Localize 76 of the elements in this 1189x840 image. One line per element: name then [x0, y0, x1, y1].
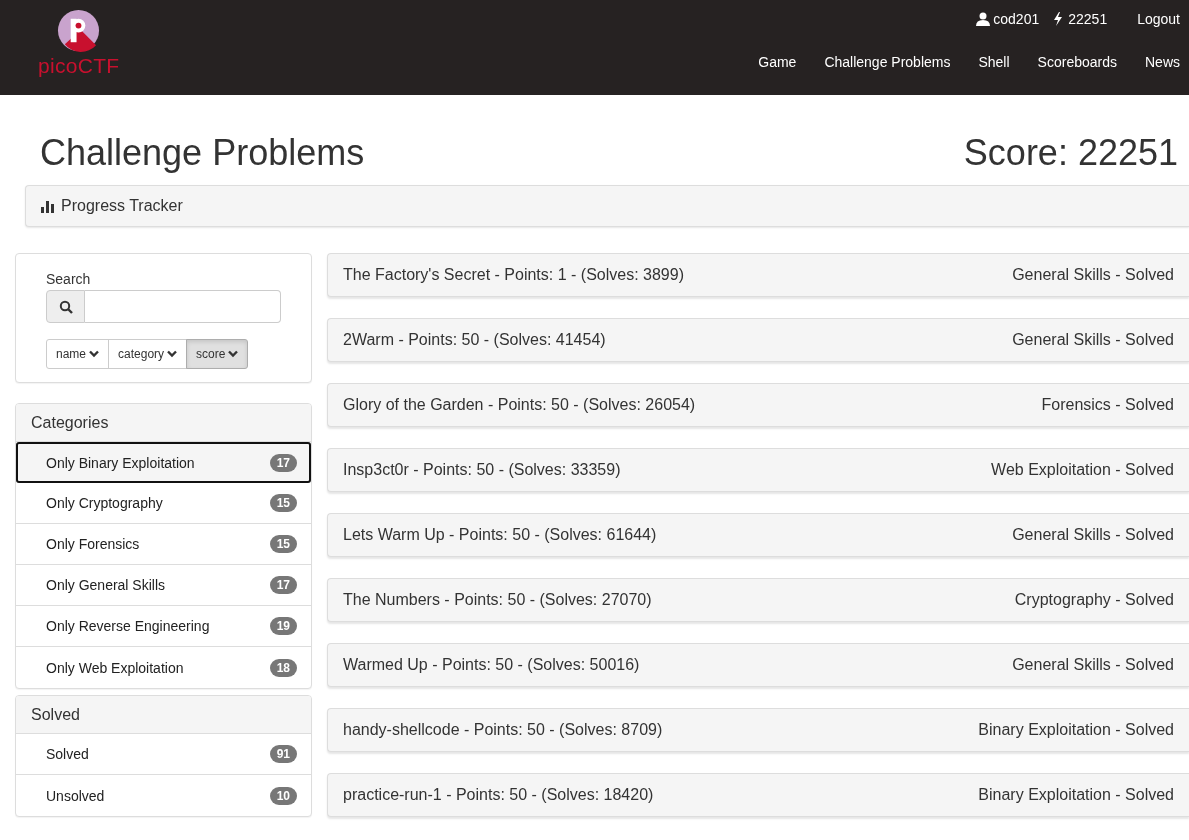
problem-title: Glory of the Garden - Points: 50 - (Solves: 26054): [343, 396, 696, 414]
search-field[interactable]: [85, 290, 281, 323]
nav-link[interactable]: Scoreboards: [1022, 54, 1130, 70]
filter-item[interactable]: Solved 91: [16, 734, 311, 775]
filter-label: Only Forensics: [46, 536, 140, 552]
progress-tracker-button[interactable]: Progress Tracker: [25, 185, 1189, 227]
search-label: Search: [46, 271, 92, 287]
nav-link[interactable]: Game: [743, 54, 810, 70]
count-badge: 17: [269, 576, 297, 594]
count-badge: 17: [269, 453, 297, 472]
problem-row[interactable]: Insp3ct0r - Points: 50 - (Solves: 33359) Web Exploitation - Solved: [327, 448, 1189, 492]
problem-title: Lets Warm Up - Points: 50 - (Solves: 61644): [343, 526, 657, 544]
user-score: 22251: [1068, 11, 1108, 27]
problem-title: Insp3ct0r - Points: 50 - (Solves: 33359): [343, 461, 621, 479]
filter-label: Only Cryptography: [46, 495, 163, 511]
problem-row[interactable]: handy-shellcode - Points: 50 - (Solves: 8709) Binary Exploitation - Solved: [327, 708, 1189, 752]
filter-item[interactable]: Only Reverse Engineering 19: [16, 606, 311, 647]
problem-status: Cryptography - Solved: [1014, 591, 1174, 609]
problem-status: Web Exploitation - Solved: [991, 461, 1174, 479]
bar-chart-icon: [41, 199, 55, 213]
problem-status: Forensics - Solved: [1041, 396, 1174, 414]
filter-item[interactable]: Only General Skills 17: [16, 565, 311, 606]
problem-row[interactable]: Lets Warm Up - Points: 50 - (Solves: 61644) General Skills - Solved: [327, 513, 1189, 557]
count-badge: 15: [269, 535, 297, 553]
nav-link[interactable]: Challenge Problems: [809, 54, 964, 70]
count-badge: 91: [269, 745, 297, 763]
chevron-down-icon: [167, 350, 178, 358]
problem-row[interactable]: practice-run-1 - Points: 50 - (Solves: 18420) Binary Exploitation - Solved: [327, 773, 1189, 817]
nav-link[interactable]: Shell: [963, 54, 1023, 70]
sort-button[interactable]: category: [108, 339, 188, 369]
problem-row[interactable]: The Numbers - Points: 50 - (Solves: 27070) Cryptography - Solved: [327, 578, 1189, 622]
bolt-icon: [1053, 12, 1064, 26]
problem-status: General Skills - Solved: [1012, 331, 1174, 349]
filter-label: Only Web Exploitation: [46, 659, 184, 676]
filter-item[interactable]: Only Web Exploitation 18: [16, 647, 311, 688]
problem-row[interactable]: The Factory's Secret - Points: 1 - (Solves: 3899) General Skills - Solved: [327, 253, 1189, 297]
filter-item[interactable]: Only Binary Exploitation 17: [16, 442, 311, 483]
problem-title: practice-run-1 - Points: 50 - (Solves: 18420): [343, 786, 654, 804]
sort-button[interactable]: name: [46, 339, 110, 369]
problem-status: Binary Exploitation - Solved: [978, 786, 1174, 804]
panel-heading: Solved: [16, 696, 311, 734]
problem-title: The Numbers - Points: 50 - (Solves: 27070): [343, 591, 652, 609]
count-badge: 18: [269, 658, 297, 677]
filter-label: Only Binary Exploitation: [46, 454, 195, 471]
search-icon: [58, 299, 73, 314]
sort-button[interactable]: score: [186, 339, 249, 369]
nav-link[interactable]: News: [1130, 54, 1189, 70]
problem-row[interactable]: Warmed Up - Points: 50 - (Solves: 50016) General Skills - Solved: [327, 643, 1189, 687]
username[interactable]: cod201: [993, 11, 1040, 27]
count-badge: 15: [269, 494, 297, 512]
page-title: Challenge Problems: [40, 131, 365, 175]
problem-title: The Factory's Secret - Points: 1 - (Solves: 3899): [343, 266, 684, 284]
filter-item[interactable]: Unsolved 10: [16, 775, 311, 816]
problem-status: General Skills - Solved: [1012, 656, 1174, 674]
panel-heading: Categories: [16, 404, 311, 442]
count-badge: 10: [269, 786, 297, 805]
filter-item[interactable]: Only Forensics 15: [16, 524, 311, 565]
problem-status: Binary Exploitation - Solved: [978, 721, 1174, 739]
logout-link[interactable]: Logout: [1137, 11, 1180, 27]
score-heading: Score: 22251: [963, 131, 1178, 175]
filter-item[interactable]: Only Cryptography 15: [16, 483, 311, 524]
problem-status: General Skills - Solved: [1012, 526, 1174, 544]
problem-title: 2Warm - Points: 50 - (Solves: 41454): [343, 331, 606, 349]
filter-label: Solved: [46, 746, 89, 762]
filter-label: Unsolved: [46, 787, 105, 804]
problem-status: General Skills - Solved: [1012, 266, 1174, 284]
user-icon: [976, 12, 991, 26]
problem-row[interactable]: Glory of the Garden - Points: 50 - (Solves: 26054) Forensics - Solved: [327, 383, 1189, 427]
chevron-down-icon: [89, 350, 100, 358]
filter-label: Only General Skills: [46, 577, 166, 593]
filter-label: Only Reverse Engineering: [46, 618, 210, 634]
chevron-down-icon: [228, 350, 239, 358]
problem-title: handy-shellcode - Points: 50 - (Solves: 8709): [343, 721, 663, 739]
problem-row[interactable]: 2Warm - Points: 50 - (Solves: 41454) General Skills - Solved: [327, 318, 1189, 362]
problem-title: Warmed Up - Points: 50 - (Solves: 50016): [343, 656, 640, 674]
count-badge: 19: [269, 617, 297, 635]
